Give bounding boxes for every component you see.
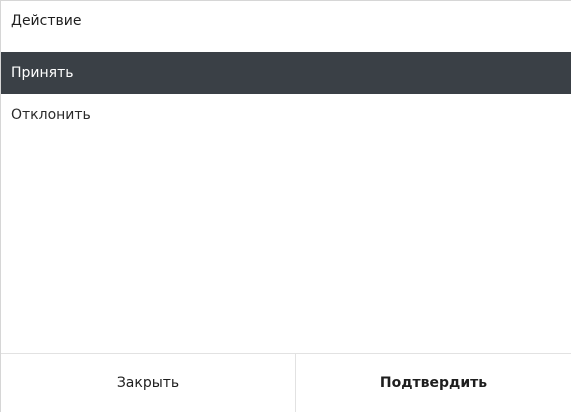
options-list: Принять Отклонить [1,52,571,353]
dialog-title: Действие [11,13,82,29]
option-reject[interactable]: Отклонить [1,94,571,136]
close-button[interactable]: Закрыть [1,354,296,412]
dialog-footer: Закрыть Подтвердить [1,353,571,412]
confirm-button[interactable]: Подтвердить [296,354,571,412]
action-picker-dialog: Действие Принять Отклонить Закрыть Подтв… [0,0,571,412]
option-accept[interactable]: Принять [1,52,571,94]
